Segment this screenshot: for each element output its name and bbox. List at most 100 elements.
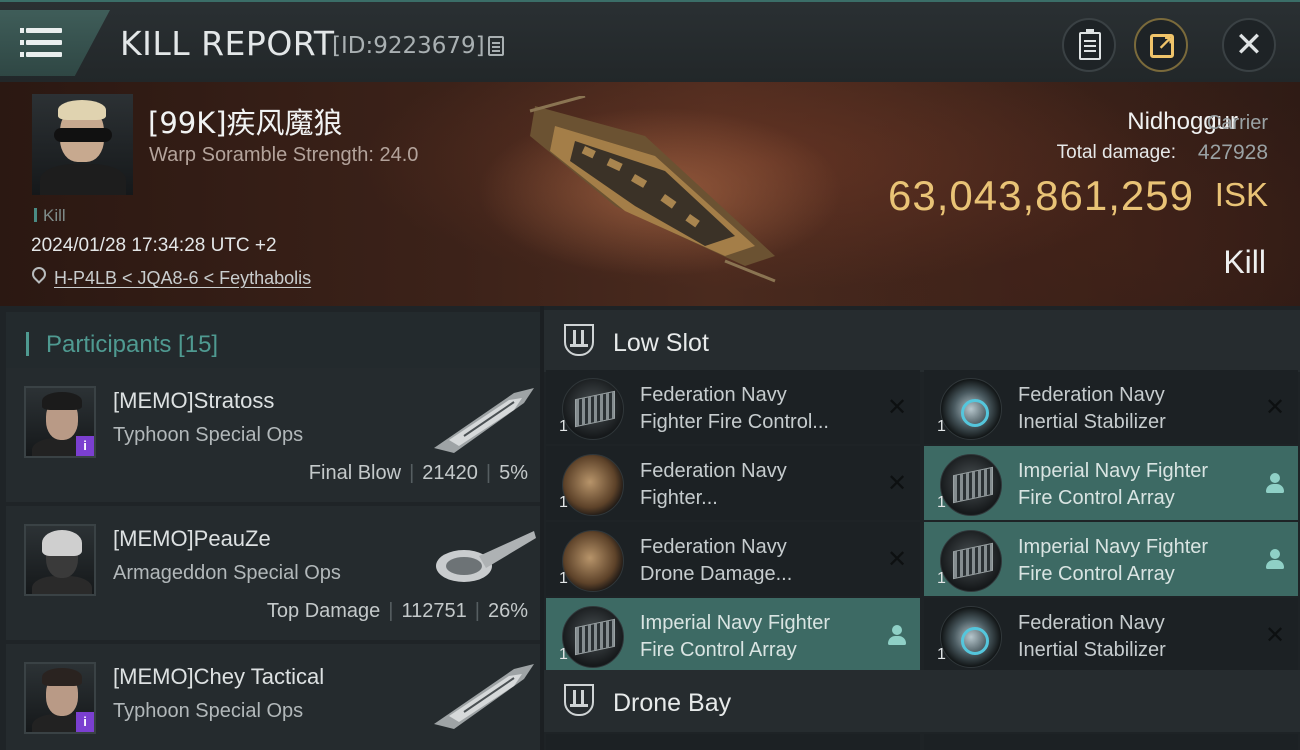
fitting-panel: Low Slot 1 Federation Navy Fighter Fire … (544, 306, 1300, 750)
ship-class: Carrier (1206, 112, 1268, 134)
ship-render (529, 96, 776, 283)
destroyed-icon: ✕ (886, 393, 908, 421)
module-item[interactable]: 1 Imperial Navy Fighter Fire Control Arr… (924, 522, 1298, 596)
kill-location-link[interactable]: H-P4LB < JQA8-6 < Feythabolis (54, 268, 311, 289)
participant-name: [MEMO]PeauZe (113, 526, 271, 551)
inertial-stabilizer-icon (940, 378, 1002, 440)
fire-control-array-icon (940, 530, 1002, 592)
fighter-dish-icon (562, 454, 624, 516)
module-item[interactable] (546, 734, 920, 750)
drone-bay-label: Drone Bay (613, 689, 732, 717)
share-button[interactable] (1134, 18, 1188, 72)
module-item[interactable]: 1 Federation Navy Fighter... ✕ (546, 446, 920, 520)
warp-scramble-strength: Warp Soramble Strength: 24.0 (149, 144, 419, 166)
module-item[interactable]: 1 Imperial Navy Fighter Fire Control Arr… (546, 598, 920, 672)
low-slot-header[interactable]: Low Slot (544, 310, 1300, 372)
avatar: i (24, 386, 96, 458)
isk-value: 63,043,861,259 (888, 172, 1194, 219)
dropped-person-icon (1262, 470, 1288, 496)
module-quantity: 1 (559, 646, 568, 663)
participants-header[interactable]: Participants [15] (6, 312, 540, 370)
report-id: [ID:9223679] (332, 33, 485, 59)
ship-thumbnail (434, 388, 534, 453)
ship-thumbnail (436, 531, 536, 582)
module-name: Federation Navy Drone Damage... (640, 536, 793, 585)
participant-percent: 26% (487, 600, 528, 622)
inertial-stabilizer-icon (940, 606, 1002, 668)
participant-ship: Typhoon Special Ops (113, 424, 304, 446)
share-icon (1150, 31, 1174, 58)
low-slot-label: Low Slot (613, 329, 709, 357)
victim-portrait[interactable] (32, 94, 133, 195)
participant-role: Top Damage (266, 600, 381, 622)
module-item[interactable]: 1 Federation Navy Inertial Stabilizer ✕ (924, 370, 1298, 444)
participant-card[interactable]: i [MEMO]Stratoss Typhoon Special Ops Fin… (6, 368, 540, 502)
clipboard-icon (1079, 29, 1101, 60)
top-bar: KILL REPORT [ID:9223679] ✕ (0, 0, 1300, 82)
info-badge-icon: i (76, 436, 94, 456)
module-item[interactable]: 1 Federation Navy Fighter Fire Control..… (546, 370, 920, 444)
module-quantity: 1 (559, 570, 568, 587)
module-item[interactable]: 1 Federation Navy Inertial Stabilizer ✕ (924, 598, 1298, 672)
low-slot-icon (564, 324, 594, 356)
kill-tag: Kill (34, 206, 66, 226)
total-damage-value: 427928 (1197, 141, 1268, 164)
fire-control-array-icon (940, 454, 1002, 516)
module-quantity: 1 (937, 494, 946, 511)
victim-name[interactable]: [99K]疾风魔狼 (148, 100, 343, 142)
avatar: i (24, 662, 96, 734)
dropped-person-icon (884, 622, 910, 648)
destroyed-icon: ✕ (886, 469, 908, 497)
destroyed-icon: ✕ (1264, 393, 1286, 421)
module-item[interactable]: 1 Imperial Navy Fighter Fire Control Arr… (924, 446, 1298, 520)
participant-damage: 21420 (422, 462, 478, 484)
participant-damage: 112751 (401, 600, 467, 622)
hamburger-menu-icon[interactable] (0, 10, 110, 76)
module-quantity: 1 (937, 646, 946, 663)
module-name: Federation Navy Fighter... (640, 460, 787, 509)
participant-percent: 5% (499, 462, 528, 484)
module-quantity: 1 (937, 570, 946, 587)
participants-label: Participants [15] (46, 331, 219, 358)
module-item[interactable] (924, 734, 1298, 750)
kill-outcome: Kill (1223, 244, 1266, 280)
clipboard-button[interactable] (1062, 18, 1116, 72)
total-damage-label: Total damage: (1056, 142, 1176, 163)
destroyed-icon: ✕ (1264, 621, 1286, 649)
drone-bay-icon (564, 684, 594, 716)
drone-damage-dish-icon (562, 530, 624, 592)
participant-ship: Armageddon Special Ops (113, 562, 341, 584)
module-quantity: 1 (937, 418, 946, 435)
dropped-person-icon (1262, 546, 1288, 572)
page-title: KILL REPORT (120, 24, 335, 63)
module-quantity: 1 (559, 494, 568, 511)
fire-control-array-icon (562, 378, 624, 440)
module-name: Federation Navy Inertial Stabilizer (1018, 384, 1166, 433)
module-item[interactable]: 1 Federation Navy Drone Damage... ✕ (546, 522, 920, 596)
module-name: Federation Navy Fighter Fire Control... (640, 384, 829, 433)
module-name: Imperial Navy Fighter Fire Control Array (1018, 536, 1209, 585)
participant-ship: Typhoon Special Ops (113, 700, 304, 722)
kill-datetime: 2024/01/28 17:34:28 UTC +2 (31, 235, 277, 256)
isk-unit: ISK (1214, 176, 1268, 213)
drone-bay-header[interactable]: Drone Bay (544, 670, 1300, 732)
participant-name: [MEMO]Stratoss (113, 388, 275, 413)
module-name: Imperial Navy Fighter Fire Control Array (1018, 460, 1209, 509)
info-badge-icon: i (76, 712, 94, 732)
destroyed-icon: ✕ (886, 545, 908, 573)
module-quantity: 1 (559, 418, 568, 435)
participant-card[interactable]: [MEMO]PeauZe Armageddon Special Ops Top … (6, 506, 540, 640)
participant-stats: Top Damage | 112751 | 26% (266, 600, 528, 622)
ship-thumbnail (434, 664, 534, 729)
participants-panel: Participants [15] i [MEMO]Stratoss Typho… (0, 306, 540, 750)
participant-stats: Final Blow | 21420 | 5% (308, 462, 528, 484)
module-name: Imperial Navy Fighter Fire Control Array (640, 612, 831, 661)
avatar (24, 524, 96, 596)
close-icon: ✕ (1234, 25, 1264, 65)
close-button[interactable]: ✕ (1222, 18, 1276, 72)
copy-icon[interactable] (488, 36, 504, 56)
participant-card[interactable]: i [MEMO]Chey Tactical Typhoon Special Op… (6, 644, 540, 750)
module-name: Federation Navy Inertial Stabilizer (1018, 612, 1166, 661)
participant-name: [MEMO]Chey Tactical (113, 664, 325, 689)
victim-summary: [99K]疾风魔狼 Warp Soramble Strength: 24.0 K… (0, 82, 1300, 306)
